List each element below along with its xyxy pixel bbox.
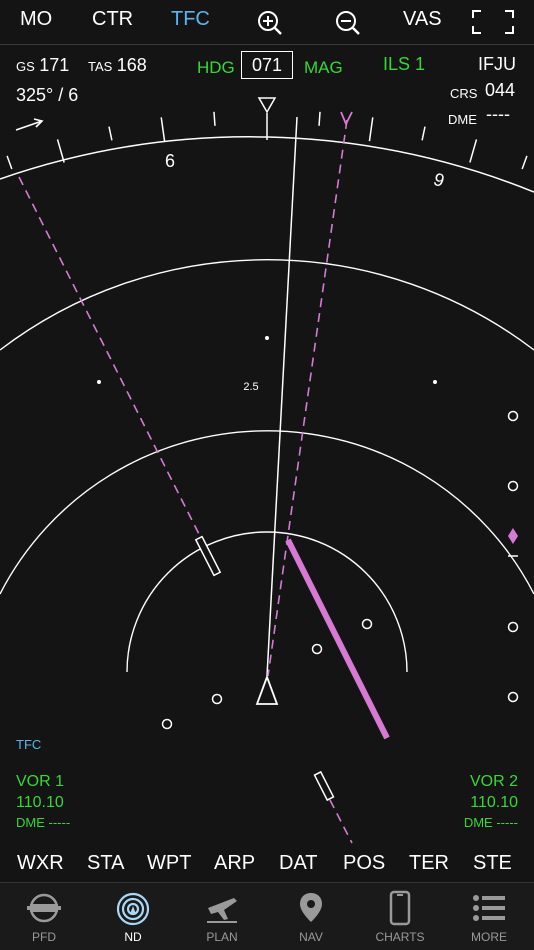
tab-label: CHARTS [375,930,425,944]
vor2-frequency: 110.10 [470,794,518,811]
heading-pointer [257,97,277,114]
compass-arc [0,136,534,193]
compass-tick [213,111,216,126]
softkey-wxr[interactable]: WXR [17,852,64,875]
traffic-target [361,618,373,630]
compass-tick [368,117,374,142]
compass-tick [160,117,166,142]
softkey-ste[interactable]: STE [473,852,512,875]
compass-tick [56,139,65,163]
traffic-target [161,718,173,730]
navigation-display: 6 9 2.5 [0,97,534,844]
compass-tick [318,111,321,126]
range-label: 2.5 [243,381,258,393]
tab-label: ND [124,930,142,944]
tfc-indicator: TFC [16,737,42,752]
vor2-dme: DME ----- [463,815,518,830]
compass-tick [421,126,426,141]
compass-tick [108,126,113,141]
softkey-arp[interactable]: ARP [214,852,255,875]
pfd-icon [9,890,79,926]
charts-icon [365,890,435,926]
bearing-line-course [267,119,348,677]
softkey-wpt[interactable]: WPT [147,852,191,875]
vor2-label: VOR 2 [469,773,518,790]
softkey-sta[interactable]: STA [87,852,124,875]
bearing-needle-left [194,535,222,577]
tab-label: NAV [299,930,323,944]
plan-icon [187,890,257,926]
tab-label: PFD [32,930,56,944]
tab-nd[interactable]: ND [98,890,168,944]
bearing-needle-bottom [313,770,335,802]
range-ring-inner [126,531,408,673]
nd-icon [98,890,168,926]
course-deviation-bar [285,538,390,740]
bearing-line-bottom [329,799,353,844]
tab-charts[interactable]: CHARTS [365,890,435,944]
tab-plan[interactable]: PLAN [187,890,257,944]
softkey-dat[interactable]: DAT [279,852,318,875]
tab-more[interactable]: MORE [454,890,524,944]
course-pointer-icon [340,111,353,127]
bearing-line-left [18,176,206,547]
aircraft-symbol-icon [255,674,279,705]
compass-tick [521,155,528,170]
tab-nav[interactable]: NAV [276,890,346,944]
tab-label: MORE [471,930,507,944]
tab-label: PLAN [206,930,238,944]
compass-tick [469,139,478,163]
compass-tick [6,155,13,170]
vor1-frequency: 110.10 [16,794,64,811]
softkey-pos[interactable]: POS [343,852,385,875]
vor1-label: VOR 1 [16,773,65,790]
compass-label-9: 9 [431,169,447,191]
tab-pfd[interactable]: PFD [9,890,79,944]
track-line [266,116,298,677]
glideslope-diamond-icon [508,528,518,544]
traffic-target [311,643,323,655]
softkey-bar [0,848,534,883]
softkey-ter[interactable]: TER [409,852,449,875]
nav-pin-icon [276,890,346,926]
traffic-target [211,693,223,705]
vor1-dme: DME ----- [16,815,71,830]
compass-label-6: 6 [165,151,175,171]
more-icon [454,890,524,926]
range-ring-middle [0,430,534,595]
